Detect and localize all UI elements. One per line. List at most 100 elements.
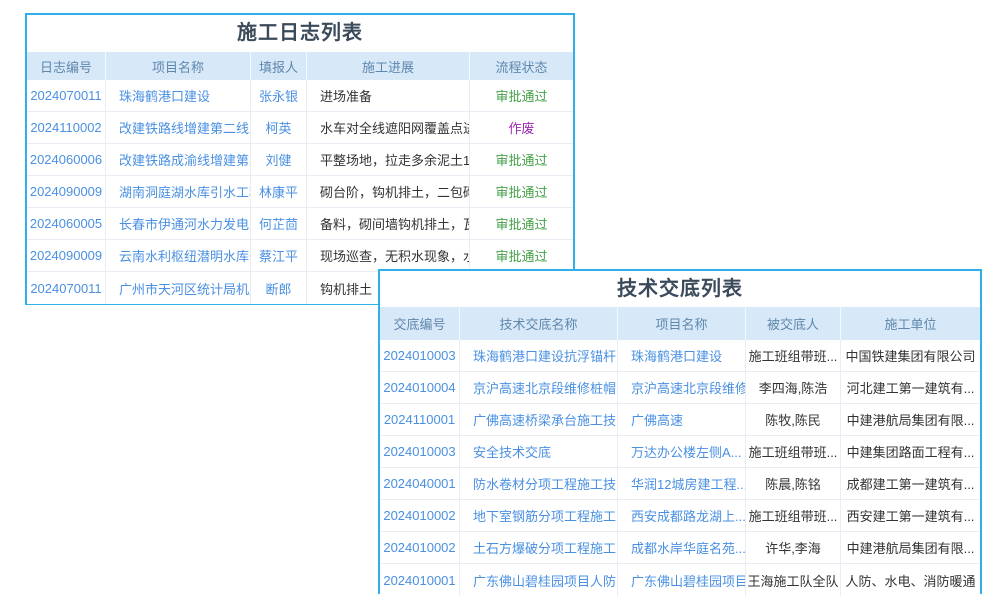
construction-log-title: 施工日志列表 bbox=[27, 15, 573, 52]
disclosure-name-link[interactable]: 防水卷材分项工程施工技... bbox=[460, 468, 618, 499]
disclosure-name-link[interactable]: 广佛高速桥梁承台施工技... bbox=[460, 404, 618, 435]
recipients-text: 施工班组带班... bbox=[746, 500, 841, 531]
status-badge: 审批通过 bbox=[470, 176, 573, 207]
construction-log-table-card: 施工日志列表 日志编号项目名称填报人施工进展流程状态 2024070011珠海鹤… bbox=[25, 13, 575, 305]
construction-unit-text: 中国铁建集团有限公司 bbox=[841, 340, 980, 371]
recipients-text: 王海施工队全队 bbox=[746, 564, 841, 596]
disclosure-name-link[interactable]: 广东佛山碧桂园项目人防... bbox=[460, 564, 618, 596]
tech-disclosure-title: 技术交底列表 bbox=[380, 271, 980, 307]
disclosure-id-link[interactable]: 2024110001 bbox=[380, 404, 460, 435]
tech-disclosure-header-row: 交底编号技术交底名称项目名称被交底人施工单位 bbox=[380, 307, 980, 340]
table-row: 2024110001广佛高速桥梁承台施工技...广佛高速陈牧,陈民中建港航局集团… bbox=[380, 404, 980, 436]
log-id-link[interactable]: 2024060006 bbox=[27, 144, 106, 175]
recipients-text: 施工班组带班... bbox=[746, 340, 841, 371]
table-row: 2024010004京沪高速北京段维修桩帽...京沪高速北京段维修李四海,陈浩河… bbox=[380, 372, 980, 404]
log-id-link[interactable]: 2024070011 bbox=[27, 272, 106, 304]
disclosure-name-link[interactable]: 地下室钢筋分项工程施工... bbox=[460, 500, 618, 531]
reporter-link[interactable]: 断郎 bbox=[251, 272, 307, 304]
recipients-text: 施工班组带班... bbox=[746, 436, 841, 467]
reporter-link[interactable]: 何芷茴 bbox=[251, 208, 307, 239]
disclosure-id-link[interactable]: 2024010003 bbox=[380, 436, 460, 467]
project-name-link[interactable]: 成都水岸华庭名苑... bbox=[618, 532, 746, 563]
disclosure-name-link[interactable]: 京沪高速北京段维修桩帽... bbox=[460, 372, 618, 403]
tech-disclosure-table-card: 技术交底列表 交底编号技术交底名称项目名称被交底人施工单位 2024010003… bbox=[378, 269, 982, 594]
table-row: 2024060006改建铁路成渝线增建第二...刘健平整场地，拉走多余泥土15.… bbox=[27, 144, 573, 176]
column-header: 项目名称 bbox=[106, 52, 251, 80]
progress-text: 现场巡查，无积水现象，水... bbox=[307, 240, 470, 271]
column-header: 填报人 bbox=[251, 52, 307, 80]
table-row: 2024010003珠海鹤港口建设抗浮锚杆...珠海鹤港口建设施工班组带班...… bbox=[380, 340, 980, 372]
log-id-link[interactable]: 2024090009 bbox=[27, 176, 106, 207]
table-row: 2024010002地下室钢筋分项工程施工...西安成都路龙湖上...施工班组带… bbox=[380, 500, 980, 532]
construction-unit-text: 人防、水电、消防暖通 bbox=[841, 564, 980, 596]
status-badge: 审批通过 bbox=[470, 144, 573, 175]
status-badge: 审批通过 bbox=[470, 240, 573, 271]
progress-text: 砌台阶，钩机排土，二包砌... bbox=[307, 176, 470, 207]
disclosure-id-link[interactable]: 2024010001 bbox=[380, 564, 460, 596]
recipients-text: 陈晨,陈铭 bbox=[746, 468, 841, 499]
construction-unit-text: 西安建工第一建筑有... bbox=[841, 500, 980, 531]
construction-log-header-row: 日志编号项目名称填报人施工进展流程状态 bbox=[27, 52, 573, 80]
table-row: 2024110002改建铁路线增建第二线直...柯英水车对全线遮阳网覆盖点进..… bbox=[27, 112, 573, 144]
project-name-link[interactable]: 京沪高速北京段维修 bbox=[618, 372, 746, 403]
project-name-link[interactable]: 广州市天河区统计局机房... bbox=[106, 272, 251, 304]
column-header: 施工单位 bbox=[841, 307, 980, 340]
tech-disclosure-body: 2024010003珠海鹤港口建设抗浮锚杆...珠海鹤港口建设施工班组带班...… bbox=[380, 340, 980, 596]
reporter-link[interactable]: 张永银 bbox=[251, 80, 307, 111]
construction-unit-text: 中建港航局集团有限... bbox=[841, 404, 980, 435]
construction-unit-text: 中建港航局集团有限... bbox=[841, 532, 980, 563]
project-name-link[interactable]: 西安成都路龙湖上... bbox=[618, 500, 746, 531]
column-header: 技术交底名称 bbox=[460, 307, 618, 340]
log-id-link[interactable]: 2024060005 bbox=[27, 208, 106, 239]
column-header: 流程状态 bbox=[470, 52, 573, 80]
disclosure-name-link[interactable]: 安全技术交底 bbox=[460, 436, 618, 467]
log-id-link[interactable]: 2024070011 bbox=[27, 80, 106, 111]
recipients-text: 陈牧,陈民 bbox=[746, 404, 841, 435]
project-name-link[interactable]: 长春市伊通河水力发电厂... bbox=[106, 208, 251, 239]
reporter-link[interactable]: 柯英 bbox=[251, 112, 307, 143]
disclosure-id-link[interactable]: 2024010003 bbox=[380, 340, 460, 371]
column-header: 交底编号 bbox=[380, 307, 460, 340]
reporter-link[interactable]: 蔡江平 bbox=[251, 240, 307, 271]
column-header: 项目名称 bbox=[618, 307, 746, 340]
project-name-link[interactable]: 改建铁路线增建第二线直... bbox=[106, 112, 251, 143]
table-row: 2024010001广东佛山碧桂园项目人防...广东佛山碧桂园项目王海施工队全队… bbox=[380, 564, 980, 596]
disclosure-name-link[interactable]: 土石方爆破分项工程施工... bbox=[460, 532, 618, 563]
disclosure-id-link[interactable]: 2024010002 bbox=[380, 500, 460, 531]
column-header: 被交底人 bbox=[746, 307, 841, 340]
project-name-link[interactable]: 珠海鹤港口建设 bbox=[618, 340, 746, 371]
project-name-link[interactable]: 广东佛山碧桂园项目 bbox=[618, 564, 746, 596]
project-name-link[interactable]: 云南水利枢纽潜明水库一... bbox=[106, 240, 251, 271]
table-row: 2024090009云南水利枢纽潜明水库一...蔡江平现场巡查，无积水现象，水.… bbox=[27, 240, 573, 272]
progress-text: 水车对全线遮阳网覆盖点进... bbox=[307, 112, 470, 143]
disclosure-id-link[interactable]: 2024010004 bbox=[380, 372, 460, 403]
table-row: 2024070011珠海鹤港口建设张永银进场准备审批通过 bbox=[27, 80, 573, 112]
disclosure-id-link[interactable]: 2024040001 bbox=[380, 468, 460, 499]
construction-unit-text: 中建集团路面工程有... bbox=[841, 436, 980, 467]
progress-text: 平整场地，拉走多余泥土15... bbox=[307, 144, 470, 175]
column-header: 日志编号 bbox=[27, 52, 106, 80]
table-row: 2024010003安全技术交底万达办公楼左侧A...施工班组带班...中建集团… bbox=[380, 436, 980, 468]
status-badge: 审批通过 bbox=[470, 80, 573, 111]
status-badge: 作废 bbox=[470, 112, 573, 143]
status-badge: 审批通过 bbox=[470, 208, 573, 239]
construction-unit-text: 成都建工第一建筑有... bbox=[841, 468, 980, 499]
disclosure-id-link[interactable]: 2024010002 bbox=[380, 532, 460, 563]
project-name-link[interactable]: 湖南洞庭湖水库引水工程... bbox=[106, 176, 251, 207]
table-row: 2024010002土石方爆破分项工程施工...成都水岸华庭名苑...许华,李海… bbox=[380, 532, 980, 564]
reporter-link[interactable]: 林康平 bbox=[251, 176, 307, 207]
recipients-text: 许华,李海 bbox=[746, 532, 841, 563]
project-name-link[interactable]: 广佛高速 bbox=[618, 404, 746, 435]
log-id-link[interactable]: 2024090009 bbox=[27, 240, 106, 271]
project-name-link[interactable]: 改建铁路成渝线增建第二... bbox=[106, 144, 251, 175]
disclosure-name-link[interactable]: 珠海鹤港口建设抗浮锚杆... bbox=[460, 340, 618, 371]
construction-unit-text: 河北建工第一建筑有... bbox=[841, 372, 980, 403]
project-name-link[interactable]: 万达办公楼左侧A... bbox=[618, 436, 746, 467]
log-id-link[interactable]: 2024110002 bbox=[27, 112, 106, 143]
table-row: 2024060005长春市伊通河水力发电厂...何芷茴备料，砌间墙钩机排土，瓦.… bbox=[27, 208, 573, 240]
progress-text: 备料，砌间墙钩机排土，瓦... bbox=[307, 208, 470, 239]
reporter-link[interactable]: 刘健 bbox=[251, 144, 307, 175]
project-name-link[interactable]: 珠海鹤港口建设 bbox=[106, 80, 251, 111]
project-name-link[interactable]: 华润12城房建工程... bbox=[618, 468, 746, 499]
table-row: 2024040001防水卷材分项工程施工技...华润12城房建工程...陈晨,陈… bbox=[380, 468, 980, 500]
